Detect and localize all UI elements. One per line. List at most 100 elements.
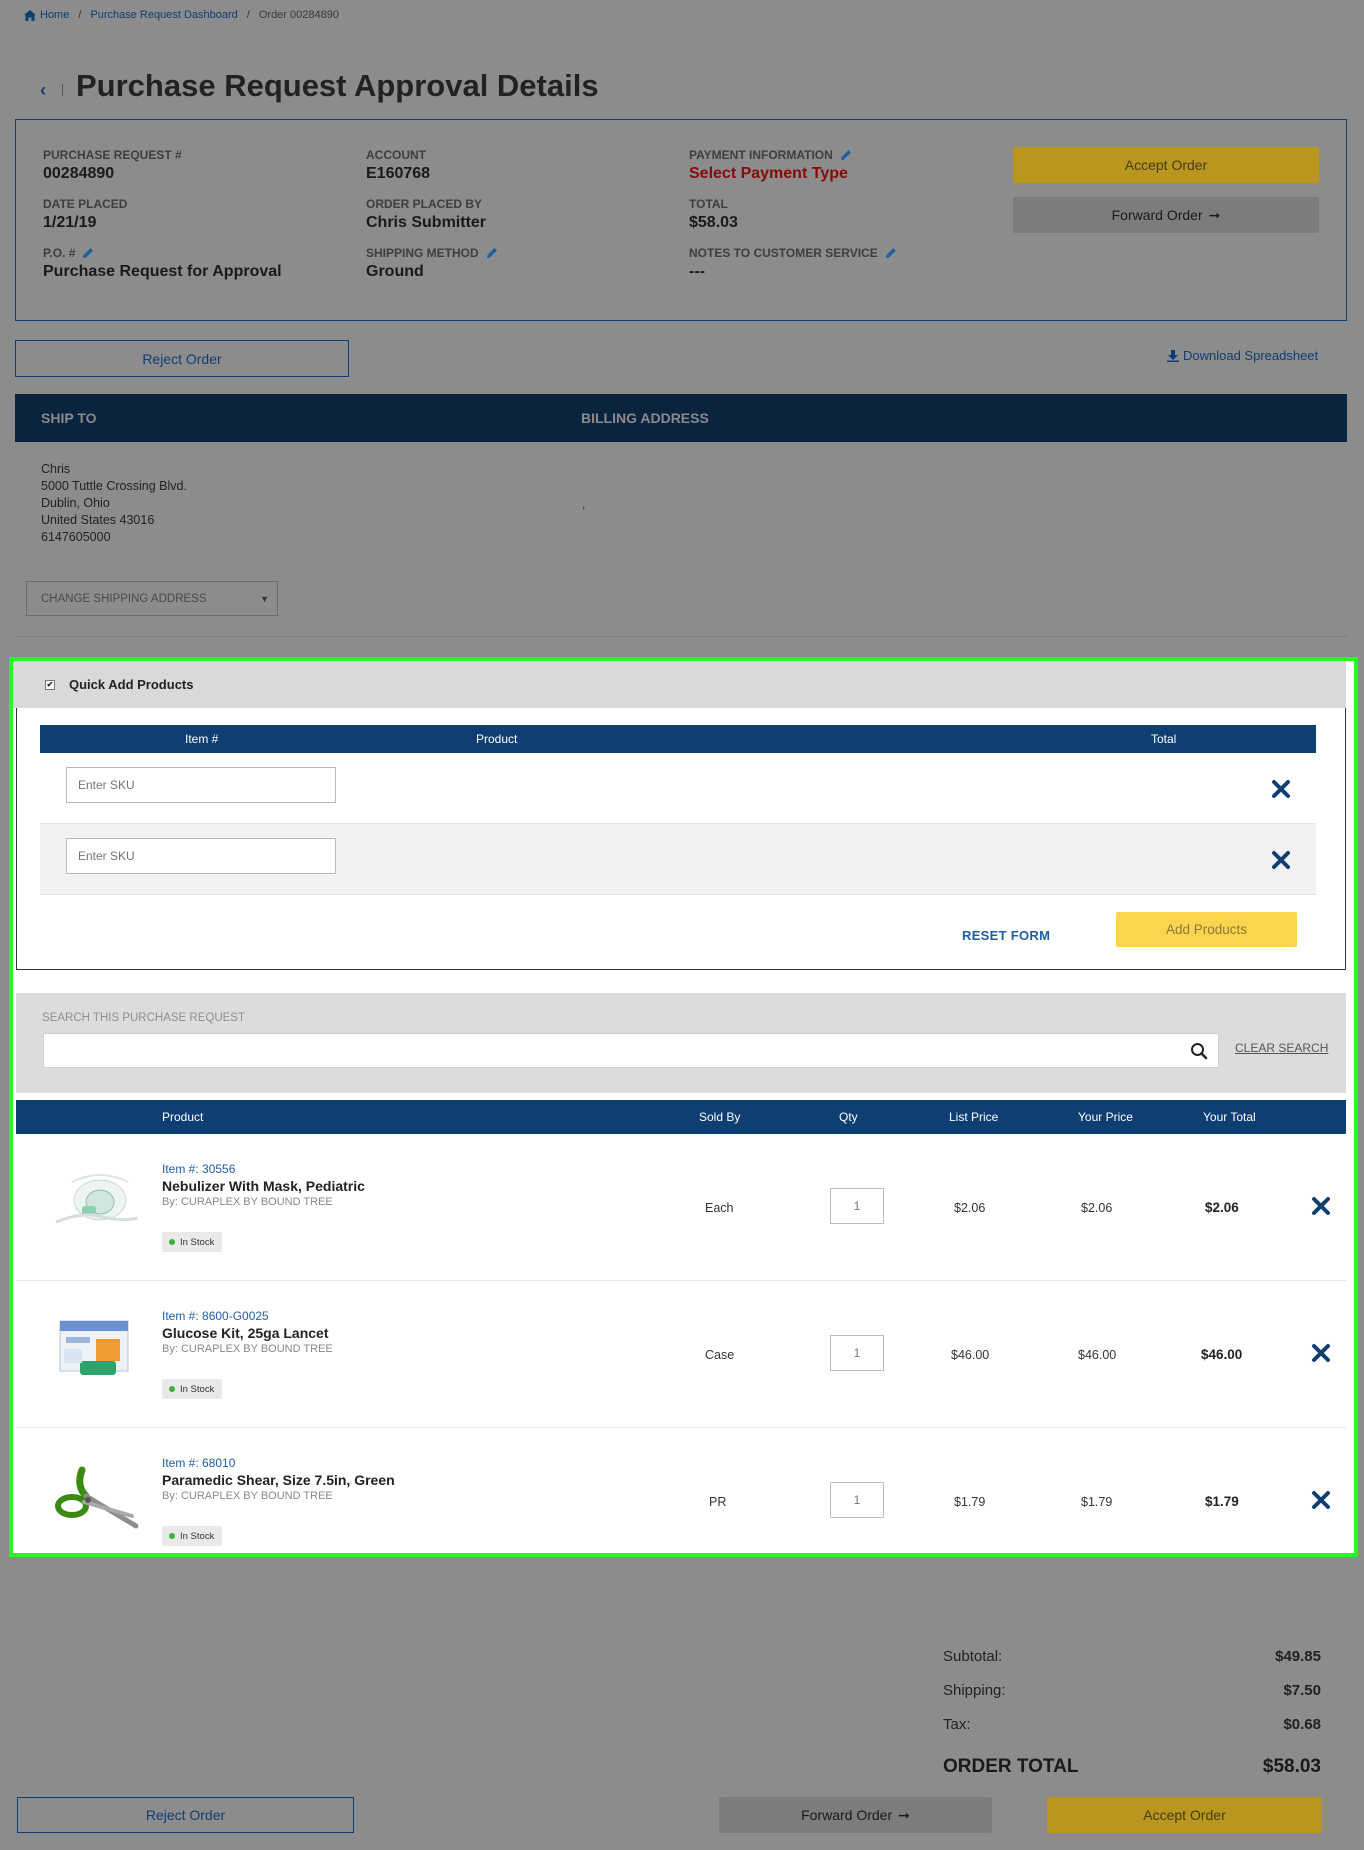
remove-item-icon[interactable] [1311, 1490, 1331, 1510]
tax-value: $0.68 [1283, 1716, 1321, 1733]
products-panel: ✔ Quick Add Products Item # Product Tota… [9, 657, 1358, 1557]
change-shipping-address-select[interactable]: CHANGE SHIPPING ADDRESS ▼ [26, 581, 278, 616]
forward-order-button[interactable]: Forward Order ➞ [719, 1797, 992, 1833]
sku-input[interactable] [66, 838, 336, 874]
total-value: $58.03 [689, 214, 738, 231]
item-number-link[interactable]: Item #: 30556 [162, 1162, 235, 1176]
address-line: Dublin, Ohio [41, 496, 110, 510]
select-payment-type-link[interactable]: Select Payment Type [689, 165, 853, 183]
date-placed-value: 1/21/19 [43, 214, 97, 231]
item-number-link[interactable]: Item #: 8600-G0025 [162, 1309, 269, 1323]
in-stock-dot-icon [169, 1386, 175, 1392]
breadcrumb-separator: / [246, 9, 250, 21]
clear-search-link[interactable]: CLEAR SEARCH [1235, 1041, 1328, 1055]
product-brand: By: CURAPLEX BY BOUND TREE [162, 1196, 333, 1208]
quantity-input[interactable]: 1 [830, 1335, 884, 1371]
your-total: $1.79 [1205, 1494, 1239, 1509]
breadcrumb-dashboard-link[interactable]: Purchase Request Dashboard [90, 9, 237, 21]
pencil-icon[interactable] [839, 148, 853, 162]
header-product: Product [162, 1110, 204, 1124]
shipping-label: Shipping: [943, 1682, 1006, 1699]
product-table-header: Product Sold By Qty List Price Your Pric… [16, 1100, 1346, 1134]
address-line: United States 43016 [41, 513, 155, 527]
forward-order-label: Forward Order [801, 1807, 893, 1823]
remove-item-icon[interactable] [1311, 1196, 1331, 1216]
purchase-request-label: PURCHASE REQUEST # [43, 148, 182, 162]
quantity-input[interactable]: 1 [830, 1188, 884, 1224]
breadcrumb-separator: / [78, 9, 82, 21]
arrow-right-icon: ➞ [898, 1806, 910, 1823]
product-name-link[interactable]: Glucose Kit, 25ga Lancet [162, 1325, 329, 1341]
forward-order-label: Forward Order [1111, 207, 1203, 223]
breadcrumb: Home / Purchase Request Dashboard / Orde… [24, 9, 339, 21]
ship-to-header: SHIP TO [41, 410, 97, 426]
notes-value: --- [689, 263, 705, 280]
reject-order-button[interactable]: Reject Order [15, 340, 349, 377]
header-sold-by: Sold By [699, 1110, 741, 1124]
stock-badge: In Stock [162, 1379, 223, 1399]
item-number-link[interactable]: Item #: 68010 [162, 1456, 235, 1470]
stock-status: In Stock [180, 1236, 215, 1248]
quick-add-row [40, 824, 1316, 895]
remove-item-icon[interactable] [1311, 1343, 1331, 1363]
pencil-icon[interactable] [884, 246, 898, 260]
sku-input[interactable] [66, 767, 336, 803]
accept-order-button[interactable]: Accept Order [1013, 147, 1319, 183]
pencil-icon[interactable] [81, 246, 95, 260]
stock-status: In Stock [180, 1530, 215, 1542]
reject-order-button[interactable]: Reject Order [17, 1797, 354, 1833]
quick-add-checkbox[interactable]: ✔ [45, 679, 55, 690]
quick-add-title: Quick Add Products [69, 677, 194, 692]
sold-by: Case [705, 1348, 735, 1362]
payment-info-label: PAYMENT INFORMATION [689, 148, 853, 162]
close-icon[interactable] [1271, 779, 1291, 799]
account-value: E160768 [366, 165, 431, 182]
tax-label: Tax: [943, 1716, 971, 1733]
sold-by: Each [705, 1201, 734, 1215]
column-item: Item # [185, 732, 219, 746]
po-label-text: P.O. # [43, 246, 76, 260]
header-list-price: List Price [949, 1110, 999, 1124]
your-price: $2.06 [1081, 1201, 1113, 1215]
in-stock-dot-icon [169, 1533, 175, 1539]
header-your-total: Your Total [1203, 1110, 1256, 1124]
pencil-icon[interactable] [485, 246, 499, 260]
table-row: Item #: 30556 Nebulizer With Mask, Pedia… [16, 1134, 1346, 1281]
product-name-link[interactable]: Nebulizer With Mask, Pediatric [162, 1178, 365, 1194]
in-stock-dot-icon [169, 1239, 175, 1245]
quantity-input[interactable]: 1 [830, 1482, 884, 1518]
divider [62, 84, 63, 96]
order-summary: PURCHASE REQUEST # 00284890 DATE PLACED … [15, 119, 1347, 321]
download-spreadsheet-link[interactable]: Download Spreadsheet [1167, 348, 1318, 363]
reset-form-button[interactable]: RESET FORM [962, 928, 1050, 943]
stock-status: In Stock [180, 1383, 215, 1395]
quick-add-column-headers: Item # Product Total [40, 725, 1316, 753]
breadcrumb-home-label: Home [40, 9, 70, 21]
change-shipping-address-label: CHANGE SHIPPING ADDRESS [41, 592, 207, 605]
billing-address-header: BILLING ADDRESS [581, 410, 709, 426]
order-total-label: ORDER TOTAL [943, 1756, 1079, 1777]
home-icon [24, 9, 36, 21]
table-row: Item #: 8600-G0025 Glucose Kit, 25ga Lan… [16, 1281, 1346, 1428]
forward-order-button[interactable]: Forward Order ➞ [1013, 197, 1319, 233]
close-icon[interactable] [1271, 850, 1291, 870]
table-row: Item #: 68010 Paramedic Shear, Size 7.5i… [16, 1428, 1346, 1553]
quick-add-header[interactable]: ✔ Quick Add Products [13, 661, 1346, 708]
column-product: Product [476, 732, 518, 746]
stock-badge: In Stock [162, 1232, 223, 1252]
accept-order-button[interactable]: Accept Order [1047, 1797, 1322, 1833]
arrow-right-icon: ➞ [1208, 206, 1221, 223]
chevron-left-icon[interactable]: ‹ [40, 80, 46, 101]
search-input[interactable] [43, 1033, 1219, 1068]
po-label: P.O. # [43, 246, 282, 260]
divider [15, 636, 1347, 637]
quick-add-row [40, 753, 1316, 824]
shipping-method-label: SHIPPING METHOD [366, 246, 499, 260]
page-title: Purchase Request Approval Details [76, 68, 599, 103]
add-products-button[interactable]: Add Products [1116, 912, 1297, 947]
breadcrumb-home-link[interactable]: Home [24, 9, 69, 21]
billing-address: , [582, 497, 586, 511]
product-name-link[interactable]: Paramedic Shear, Size 7.5in, Green [162, 1472, 395, 1488]
search-icon[interactable] [1190, 1042, 1208, 1060]
quick-add-form: Item # Product Total RESET FORM Add Prod… [16, 708, 1346, 970]
